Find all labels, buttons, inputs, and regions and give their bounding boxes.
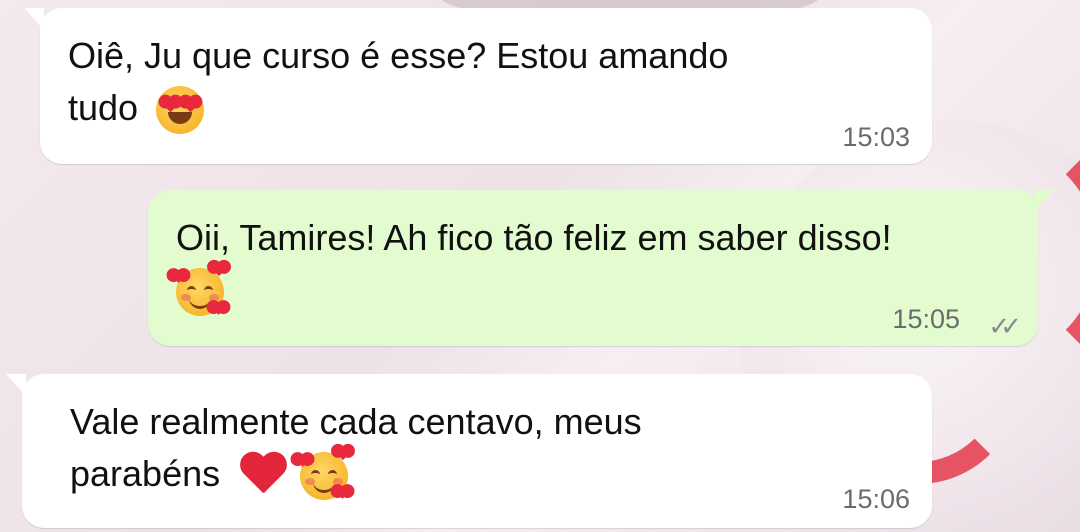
- bubble-tail: [6, 374, 26, 396]
- message-line: Oiê, Ju que curso é esse? Estou amando: [68, 35, 729, 76]
- red-heart-icon: [238, 453, 288, 499]
- message-line: tudo: [68, 82, 728, 135]
- message-line: Oii, Tamires! Ah fico tão feliz em saber…: [176, 217, 892, 258]
- message-line-text: parabéns: [70, 453, 221, 494]
- message-timestamp: 15:06: [842, 484, 910, 514]
- read-receipt-double-check-icon: ✓✓: [988, 311, 1021, 341]
- message-line: Vale realmente cada centavo, meus: [70, 401, 642, 442]
- message-text: Vale realmente cada centavo, meus parabé…: [70, 396, 642, 501]
- message-timestamp: 15:05: [892, 304, 960, 334]
- message-line: parabéns: [70, 446, 642, 501]
- message-bubble-outgoing[interactable]: Oii, Tamires! Ah fico tão feliz em saber…: [148, 190, 1054, 346]
- message-bubble-incoming[interactable]: Vale realmente cada centavo, meus parabé…: [6, 374, 932, 528]
- bubble-tail: [24, 8, 44, 30]
- message-text: Oii, Tamires! Ah fico tão feliz em saber…: [172, 212, 892, 317]
- bubble-tail: [1034, 190, 1054, 212]
- message-line-text: tudo: [68, 87, 139, 128]
- smiling-face-with-hearts-icon: [296, 446, 351, 501]
- smiling-face-with-heart-eyes-icon: [156, 86, 205, 135]
- message-bubble-incoming[interactable]: Oiê, Ju que curso é esse? Estou amando t…: [24, 8, 932, 164]
- smiling-face-with-hearts-icon: [172, 262, 227, 317]
- message-line: [172, 262, 892, 317]
- message-timestamp: 15:03: [842, 122, 910, 152]
- message-text: Oiê, Ju que curso é esse? Estou amando t…: [68, 30, 729, 135]
